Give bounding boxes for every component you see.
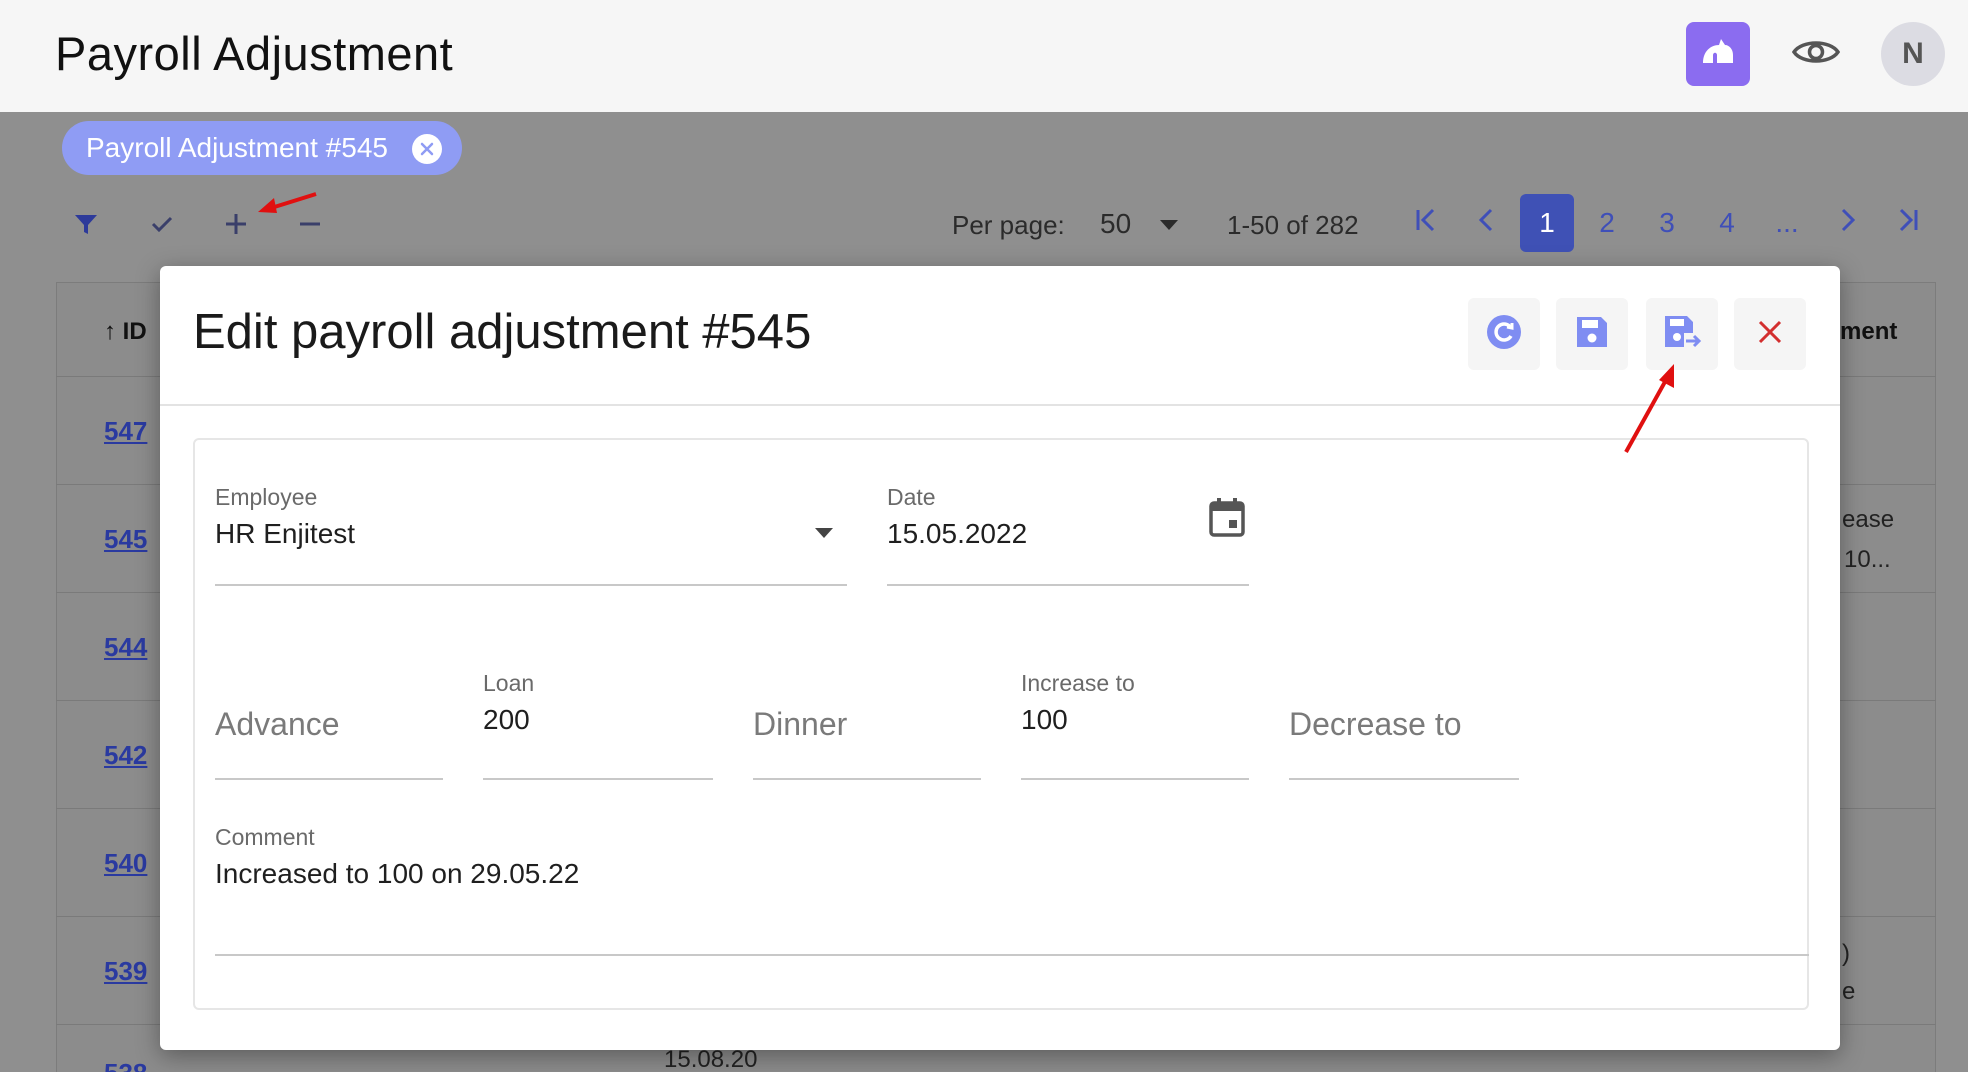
check-icon[interactable] — [142, 204, 182, 244]
eye-icon — [1791, 36, 1841, 73]
comment-column-header[interactable]: ment — [1840, 318, 1897, 346]
next-page-button[interactable] — [1820, 194, 1874, 252]
date-label: Date — [887, 484, 936, 510]
brand-logo-icon — [1699, 35, 1737, 74]
preview-button[interactable] — [1790, 28, 1842, 80]
id-header-label: ID — [122, 318, 147, 345]
decrease-to-input[interactable]: Decrease to — [1289, 670, 1519, 780]
filter-icon[interactable] — [66, 204, 106, 244]
loan-label: Loan — [483, 670, 535, 696]
table-cell-text: 10... — [1844, 546, 1891, 573]
first-page-button[interactable] — [1400, 194, 1454, 252]
dialog-title: Edit payroll adjustment #545 — [193, 305, 812, 359]
chevron-left-icon — [1473, 206, 1501, 241]
increase-to-label: Increase to — [1021, 670, 1135, 696]
comment-value: Increased to 100 on 29.05.22 — [215, 858, 580, 889]
last-page-icon — [1893, 206, 1921, 241]
open-record-tab[interactable]: Payroll Adjustment #545 — [62, 121, 462, 175]
table-row-id-link[interactable]: 540 — [104, 848, 147, 879]
save-and-close-button[interactable] — [1646, 298, 1718, 370]
employee-select[interactable]: Employee HR Enjitest — [215, 476, 847, 586]
save-icon — [1574, 314, 1610, 355]
refresh-icon — [1484, 312, 1524, 357]
user-avatar[interactable]: N — [1881, 22, 1945, 86]
last-page-button[interactable] — [1880, 194, 1934, 252]
loan-input[interactable]: Loan 200 — [483, 670, 713, 780]
page-button-2[interactable]: 2 — [1580, 194, 1634, 252]
edit-dialog: Edit payroll adjustment #545 Employee HR… — [160, 266, 1840, 1050]
page-title: Payroll Adjustment — [55, 27, 454, 80]
tab-label: Payroll Adjustment #545 — [86, 132, 388, 163]
close-tab-icon[interactable] — [412, 134, 442, 164]
close-icon — [1755, 317, 1785, 352]
close-dialog-button[interactable] — [1734, 298, 1806, 370]
comment-textarea[interactable]: Comment Increased to 100 on 29.05.22 — [215, 824, 1809, 956]
prev-page-button[interactable] — [1460, 194, 1514, 252]
employee-value: HR Enjitest — [215, 518, 356, 549]
page-button-1[interactable]: 1 — [1520, 194, 1574, 252]
dialog-header-divider — [160, 404, 1840, 406]
date-value: 15.05.2022 — [887, 518, 1028, 549]
table-row-id-link[interactable]: 542 — [104, 740, 147, 771]
table-row-id-link[interactable]: 547 — [104, 416, 147, 447]
reload-button[interactable] — [1468, 298, 1540, 370]
table-row-id-link[interactable]: 539 — [104, 956, 147, 987]
page-button-3[interactable]: 3 — [1640, 194, 1694, 252]
form-card: Employee HR Enjitest Date 15.05.2022 Adv… — [193, 438, 1809, 1010]
remove-icon[interactable] — [290, 204, 330, 244]
save-exit-icon — [1662, 313, 1702, 356]
brand-logo-button[interactable] — [1686, 22, 1750, 86]
per-page-select[interactable]: 50 — [1100, 208, 1131, 240]
chevron-down-icon[interactable] — [1160, 220, 1178, 230]
table-cell-text: ) — [1842, 940, 1850, 967]
loan-value: 200 — [483, 704, 530, 735]
table-row-id-link[interactable]: 538 — [104, 1058, 147, 1072]
table-cell-text: e — [1842, 978, 1856, 1005]
dinner-input[interactable]: Dinner — [753, 670, 981, 780]
page-ellipsis[interactable]: ... — [1760, 194, 1814, 252]
table-row-id-link[interactable]: 545 — [104, 524, 147, 555]
add-icon[interactable] — [216, 204, 256, 244]
table-row-id-link[interactable]: 544 — [104, 632, 147, 663]
increase-to-input[interactable]: Increase to 100 — [1021, 670, 1249, 780]
save-button[interactable] — [1556, 298, 1628, 370]
advance-input[interactable]: Advance — [215, 670, 443, 780]
decrease-to-placeholder: Decrease to — [1289, 706, 1462, 742]
app-header: Payroll Adjustment N — [0, 0, 1968, 112]
calendar-icon[interactable] — [1207, 496, 1247, 543]
increase-to-value: 100 — [1021, 704, 1068, 735]
id-column-header[interactable]: ↑ ID — [104, 318, 147, 346]
dinner-placeholder: Dinner — [753, 706, 848, 742]
date-field[interactable]: Date 15.05.2022 — [887, 476, 1249, 586]
advance-placeholder: Advance — [215, 706, 340, 742]
employee-label: Employee — [215, 484, 318, 510]
per-page-label: Per page: — [952, 210, 1065, 240]
comment-label: Comment — [215, 824, 315, 850]
first-page-icon — [1413, 206, 1441, 241]
chevron-right-icon — [1833, 206, 1861, 241]
table-cell-text: ease — [1842, 506, 1895, 533]
pagination-range: 1-50 of 282 — [1227, 210, 1359, 240]
page-button-4[interactable]: 4 — [1700, 194, 1754, 252]
sort-up-icon: ↑ — [104, 318, 116, 345]
chevron-down-icon — [815, 528, 833, 538]
